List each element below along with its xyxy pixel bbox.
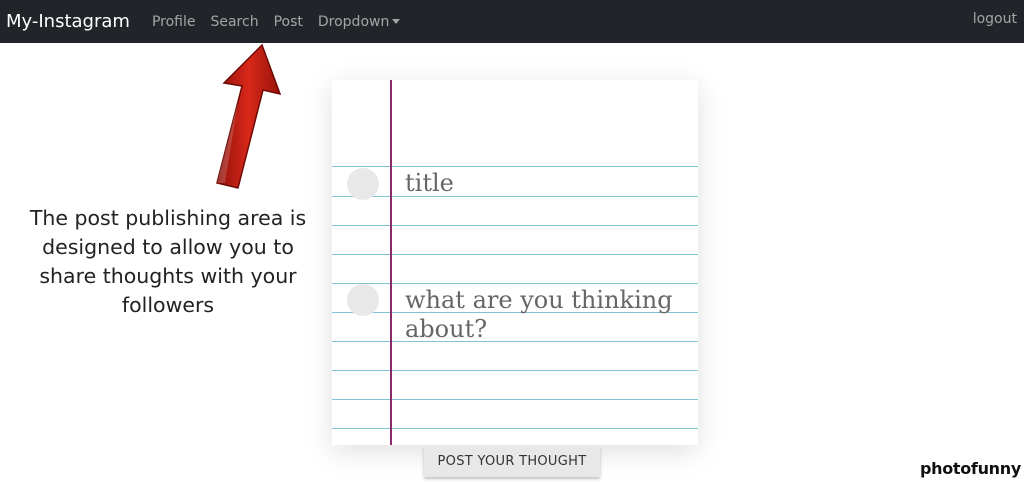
title-input[interactable]: title [405, 169, 454, 198]
post-thought-button[interactable]: POST YOUR THOUGHT [424, 446, 600, 477]
nav-link-search[interactable]: Search [210, 14, 258, 30]
nav-dropdown-label: Dropdown [317, 13, 390, 30]
nav-link-post[interactable]: Post [274, 14, 303, 30]
logout-link[interactable]: logout [973, 11, 1017, 27]
paper-margin-line [390, 80, 392, 445]
caret-down-icon [392, 18, 401, 24]
nav-dropdown[interactable]: Dropdown [317, 13, 401, 30]
post-form: title what are you thinking about? [332, 80, 698, 445]
navbar: My-Instagram Profile Search Post Dropdow… [0, 0, 1024, 43]
paper-hole [347, 168, 379, 200]
nav-link-profile[interactable]: Profile [152, 14, 196, 30]
watermark: photofunny [919, 459, 1021, 478]
page: My-Instagram Profile Search Post Dropdow… [0, 0, 1024, 483]
arrow-up-icon [216, 43, 282, 189]
brand-link[interactable]: My-Instagram [6, 11, 130, 32]
annotation-text: The post publishing area is designed to … [29, 206, 307, 317]
body-textarea[interactable]: what are you thinking about? [405, 286, 685, 344]
paper-hole [347, 284, 379, 316]
